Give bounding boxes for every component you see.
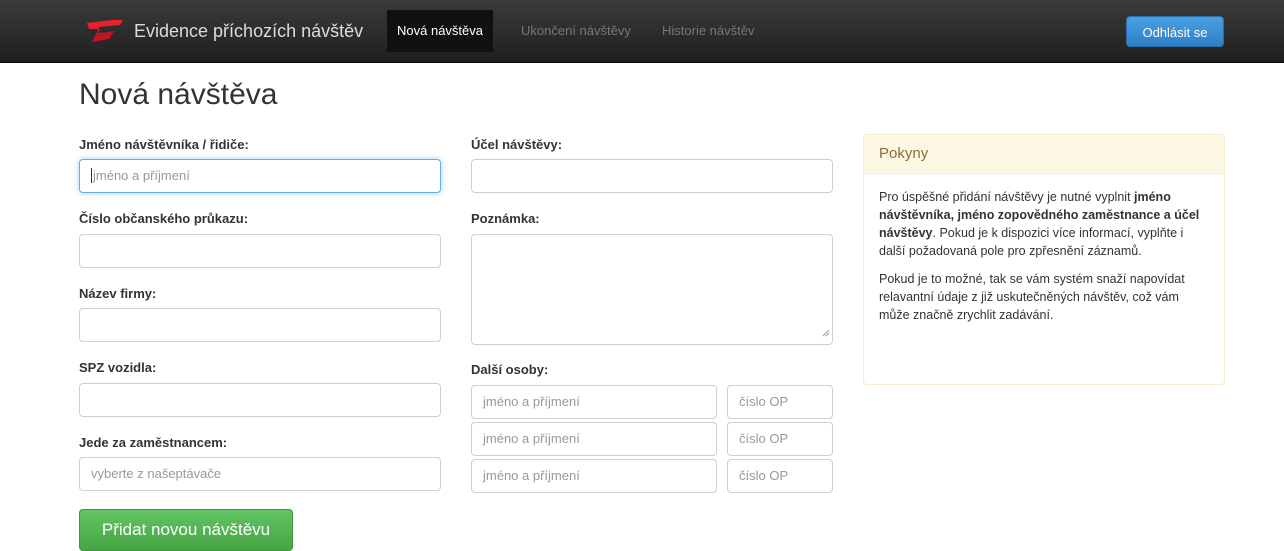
note-label: Poznámka: — [471, 211, 540, 226]
note-textarea[interactable] — [471, 234, 833, 345]
logout-button[interactable]: Odhlásit se — [1126, 16, 1224, 47]
brand[interactable]: Evidence příchozích návštěv — [86, 10, 363, 52]
nav-item-ukonceni-navstevy[interactable]: Ukončení návštěvy — [511, 10, 641, 52]
id-card-label: Číslo občanského průkazu: — [79, 211, 249, 226]
license-plate-input[interactable] — [79, 383, 441, 417]
text-caret — [91, 168, 92, 183]
instructions-paragraph-2: Pokud je to možné, tak se vám systém sna… — [879, 272, 1185, 322]
purpose-label: Účel návštěvy: — [471, 137, 563, 152]
instructions-paragraph-1: Pro úspěšné přidání návštěvy je nutné vy… — [879, 188, 1212, 260]
purpose-input[interactable] — [471, 159, 833, 193]
visiting-employee-label: Jede za zaměstnancem: — [79, 435, 228, 450]
top-navbar: Evidence příchozích návštěv Nová návštěv… — [0, 0, 1284, 63]
instructions-body: Pro úspěšné přidání návštěvy je nutné vy… — [864, 174, 1224, 324]
visitor-name-placeholder: jméno a příjmení — [93, 168, 190, 183]
page-title: Nová návštěva — [79, 78, 278, 111]
other-person-name-input[interactable]: jméno a příjmení — [471, 385, 717, 419]
other-person-id-input[interactable]: číslo OP — [727, 422, 833, 456]
id-card-input[interactable] — [79, 234, 441, 268]
instructions-panel: Pokyny Pro úspěšné přidání návštěvy je n… — [863, 134, 1225, 385]
add-visit-button[interactable]: Přidat novou návštěvu — [79, 509, 293, 551]
brand-title: Evidence příchozích návštěv — [134, 20, 364, 41]
other-person-id-input[interactable]: číslo OP — [727, 385, 833, 419]
instructions-title: Pokyny — [864, 135, 1224, 174]
other-person-id-input[interactable]: číslo OP — [727, 459, 833, 493]
other-persons-label: Další osoby: — [471, 362, 549, 377]
visitor-name-label: Jméno návštěvníka / řidiče: — [79, 137, 249, 152]
resize-grip-icon[interactable] — [821, 324, 830, 342]
instructions-text: Pro úspěšné přidání návštěvy je nutné vy… — [879, 190, 1135, 204]
other-person-name-input[interactable]: jméno a příjmení — [471, 459, 717, 493]
visiting-employee-input[interactable]: vyberte z našeptávače — [79, 457, 441, 491]
other-person-name-input[interactable]: jméno a příjmení — [471, 422, 717, 456]
company-label: Název firmy: — [79, 286, 157, 301]
company-input[interactable] — [79, 308, 441, 342]
brand-logo-icon — [86, 19, 124, 43]
nav-item-nova-navsteva[interactable]: Nová návštěva — [387, 10, 493, 52]
nav-item-historie-navstev[interactable]: Historie návštěv — [652, 10, 764, 52]
license-plate-label: SPZ vozidla: — [79, 360, 157, 375]
visitor-name-input[interactable]: jméno a příjmení — [79, 159, 441, 193]
